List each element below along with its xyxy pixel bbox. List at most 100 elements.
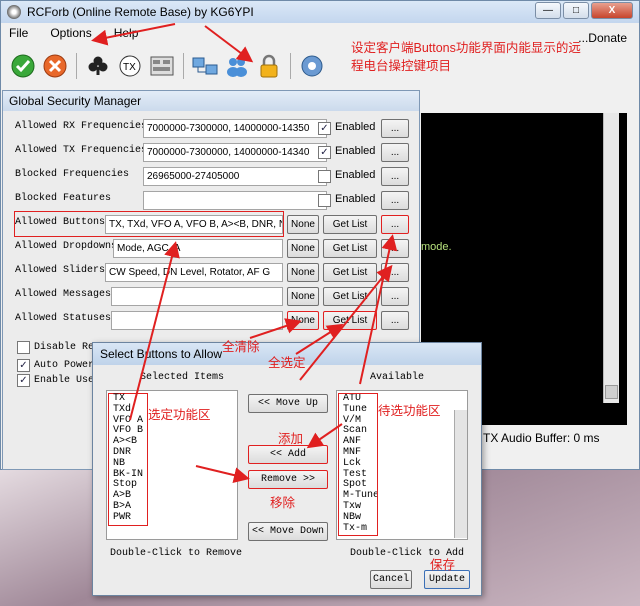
- remove-button[interactable]: Remove >>: [248, 470, 328, 489]
- row-label: Allowed Messages: [15, 289, 112, 300]
- option-auto-power[interactable]: ✓ Auto Power: [17, 359, 94, 372]
- selected-items-box: TX TXd VFO A VFO B A><B DNR NB BK-IN Stop A>B B>A P…: [108, 393, 148, 526]
- blocked-frequencies-field[interactable]: 26965000-27405000: [143, 167, 327, 186]
- annotation-select-all: 全选定: [268, 356, 306, 370]
- dots-button[interactable]: ...: [381, 215, 409, 234]
- settings-icon[interactable]: [298, 52, 326, 80]
- users-icon[interactable]: [223, 52, 251, 80]
- app-icon: [7, 5, 21, 19]
- checkbox[interactable]: ✓: [17, 374, 30, 387]
- dots-button[interactable]: ...: [381, 287, 409, 306]
- get-list-button[interactable]: Get List: [323, 311, 377, 330]
- none-button[interactable]: None: [287, 215, 319, 234]
- window-title: RCForb (Online Remote Base) by KG6YPI: [27, 5, 254, 19]
- checkbox[interactable]: [17, 341, 30, 354]
- allowed-sliders-field[interactable]: CW Speed, DN Level, Rotator, AF G: [105, 263, 283, 282]
- row-label: Allowed Dropdowns: [15, 241, 118, 252]
- none-button[interactable]: None: [287, 239, 319, 258]
- panel-icon[interactable]: [148, 52, 176, 80]
- row-label: Allowed Statuses: [15, 313, 112, 324]
- close-button[interactable]: X: [591, 2, 633, 19]
- available-scrollbar[interactable]: [454, 410, 467, 538]
- allowed-dropdowns-field[interactable]: Mode, AGC, A: [113, 239, 283, 258]
- enabled-label: Enabled: [335, 193, 376, 205]
- annotation-clear-all: 全清除: [222, 340, 260, 354]
- move-up-button[interactable]: << Move Up: [248, 394, 328, 413]
- dots-button[interactable]: ...: [381, 143, 409, 162]
- option-label: Auto Power: [34, 360, 95, 371]
- annotation-add: 添加: [278, 432, 304, 446]
- none-button[interactable]: None: [287, 311, 319, 330]
- toolbar: TX: [9, 49, 326, 83]
- annotation-top: 设定客户端Buttons功能界面内能显示的远程电台操控键项目: [351, 41, 581, 73]
- menu-file[interactable]: File: [9, 26, 28, 40]
- enabled-label: Enabled: [335, 145, 376, 157]
- row-label: Blocked Frequencies: [15, 169, 130, 180]
- minimize-button[interactable]: —: [535, 2, 561, 19]
- menu-help[interactable]: Help: [114, 26, 139, 40]
- row-label: Allowed Sliders: [15, 265, 106, 276]
- available-header: Available: [370, 372, 425, 383]
- get-list-button[interactable]: Get List: [323, 239, 377, 258]
- move-down-button[interactable]: << Move Down: [248, 522, 328, 541]
- annotation-available-area: 待选功能区: [378, 404, 441, 418]
- maximize-button[interactable]: □: [563, 2, 589, 19]
- club-icon[interactable]: [84, 52, 112, 80]
- dots-button[interactable]: ...: [381, 263, 409, 282]
- enabled-checkbox[interactable]: ✓: [318, 122, 331, 135]
- option-label: Enable User: [34, 375, 101, 386]
- console-message: mode.: [421, 241, 452, 253]
- allowed-rx-field[interactable]: 7000000-7300000, 14000000-14350: [143, 119, 327, 138]
- connect-icon[interactable]: [9, 52, 37, 80]
- none-button[interactable]: None: [287, 287, 319, 306]
- get-list-button[interactable]: Get List: [323, 263, 377, 282]
- dots-button[interactable]: ...: [381, 239, 409, 258]
- allowed-messages-field[interactable]: [111, 287, 283, 306]
- option-disable-remote[interactable]: Disable Rem: [17, 341, 100, 354]
- enabled-checkbox[interactable]: [318, 170, 331, 183]
- menu-options[interactable]: Options: [50, 26, 91, 40]
- dots-button[interactable]: ...: [381, 167, 409, 186]
- console-scrollbar[interactable]: [603, 113, 619, 403]
- tx-audio-buffer: TX Audio Buffer: 0 ms: [483, 431, 600, 445]
- annotation-remove: 移除: [270, 496, 296, 510]
- scroll-thumb[interactable]: [605, 385, 618, 399]
- svg-text:TX: TX: [123, 62, 136, 73]
- get-list-button[interactable]: Get List: [323, 287, 377, 306]
- checkbox[interactable]: ✓: [17, 359, 30, 372]
- donate-link[interactable]: ...Donate: [578, 31, 627, 45]
- available-list-item[interactable]: Lck: [339, 458, 377, 470]
- none-button[interactable]: None: [287, 263, 319, 282]
- dots-button[interactable]: ...: [381, 119, 409, 138]
- selected-items-header: Selected Items: [140, 372, 225, 383]
- gsm-title: Global Security Manager: [3, 91, 419, 111]
- row-label: Allowed TX Frequencies: [15, 145, 148, 156]
- add-button[interactable]: << Add: [248, 445, 328, 464]
- dots-button[interactable]: ...: [381, 311, 409, 330]
- enabled-checkbox[interactable]: [318, 194, 331, 207]
- lock-icon[interactable]: [255, 52, 283, 80]
- blocked-features-field[interactable]: [143, 191, 327, 210]
- selected-list-item[interactable]: TXd: [109, 404, 147, 416]
- row-label: Blocked Features: [15, 193, 112, 204]
- dots-button[interactable]: ...: [381, 191, 409, 210]
- allowed-tx-field[interactable]: 7000000-7300000, 14000000-14340: [143, 143, 327, 162]
- selected-list-item[interactable]: NB: [109, 458, 147, 470]
- available-items-box: ATU Tune V/M Scan ANF MNF Lck Test Spot M-Tune Txw…: [338, 393, 378, 536]
- available-list-item[interactable]: Tx-m: [339, 523, 377, 535]
- hint-remove: Double-Click to Remove: [110, 548, 243, 559]
- allowed-statuses-field[interactable]: [111, 311, 283, 330]
- annotation-selected-area: 选定功能区: [148, 408, 211, 422]
- available-list-item[interactable]: Tune: [339, 404, 377, 416]
- network-icon[interactable]: [191, 52, 219, 80]
- selected-list-item[interactable]: PWR: [109, 512, 147, 524]
- tx-icon[interactable]: TX: [116, 52, 144, 80]
- enabled-checkbox[interactable]: ✓: [318, 146, 331, 159]
- available-list-item[interactable]: NBw: [339, 512, 377, 524]
- cancel-button[interactable]: Cancel: [370, 570, 412, 589]
- option-enable-user[interactable]: ✓ Enable User: [17, 374, 100, 387]
- enabled-label: Enabled: [335, 169, 376, 181]
- get-list-button[interactable]: Get List: [323, 215, 377, 234]
- disconnect-icon[interactable]: [41, 52, 69, 80]
- option-label: Disable Rem: [34, 342, 101, 353]
